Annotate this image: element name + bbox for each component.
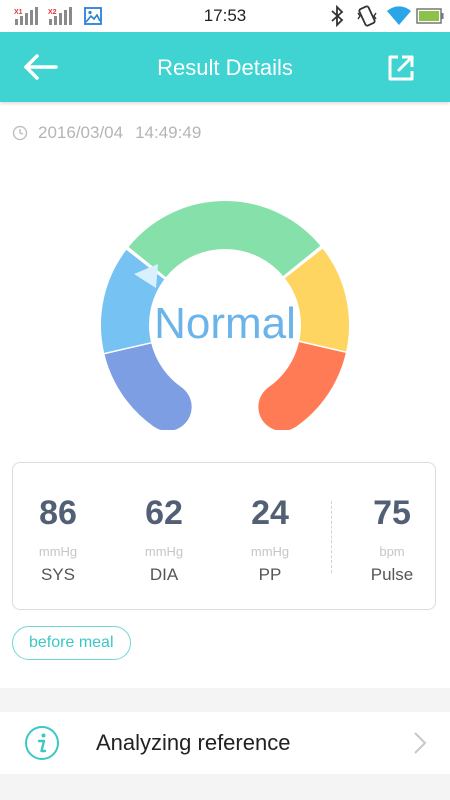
readings-card: 86 mmHg SYS 62 mmHg DIA 24 mmHg PP 75 bp…: [12, 462, 436, 610]
reading-value: 24: [251, 494, 289, 532]
bottom-spacer: [0, 774, 450, 800]
clock-icon: [12, 125, 28, 141]
battery-icon: [416, 8, 444, 24]
reading-pp: 24 mmHg PP: [225, 493, 315, 585]
gauge-status-label: Normal: [154, 299, 296, 348]
chevron-right-icon: [414, 732, 427, 754]
reading-value: 62: [145, 494, 183, 532]
record-time: 14:49:49: [135, 123, 202, 142]
reading-unit: mmHg: [144, 544, 184, 559]
reading-value: 75: [373, 494, 411, 532]
reading-unit: mmHg: [38, 544, 78, 559]
record-date: 2016/03/04: [38, 123, 124, 142]
analyzing-reference-row[interactable]: Analyzing reference: [0, 712, 450, 774]
section-divider: [0, 688, 450, 712]
gauge-cap-low: [143, 382, 192, 430]
wifi-icon: [387, 6, 411, 25]
reading-label: Pulse: [370, 565, 414, 584]
share-external-icon[interactable]: [386, 53, 416, 83]
reading-label: PP: [258, 565, 282, 584]
reading-label: SYS: [40, 565, 76, 584]
analyzing-reference-label: Analyzing reference: [96, 730, 291, 755]
info-icon: [25, 726, 59, 760]
reading-dia: 62 mmHg DIA: [119, 493, 209, 585]
reading-unit: mmHg: [250, 544, 290, 559]
gauge-cap-high: [258, 382, 307, 430]
reading-pulse: 75 bpm Pulse: [347, 493, 437, 585]
vibrate-icon: [357, 5, 377, 27]
app-bar: Result Details: [0, 32, 450, 102]
card-divider: [331, 501, 332, 573]
status-bar: X1 X2 17:53: [0, 0, 450, 32]
reading-unit: bpm: [379, 544, 405, 559]
page-title: Result Details: [157, 55, 293, 80]
reading-label: DIA: [149, 565, 179, 584]
meal-tag[interactable]: before meal: [12, 626, 131, 660]
bluetooth-icon: [331, 5, 344, 27]
status-time: 17:53: [203, 6, 247, 25]
reading-value: 86: [39, 494, 77, 532]
record-timestamp: 2016/03/04 14:49:49: [12, 122, 201, 144]
reading-sys: 86 mmHg SYS: [13, 493, 103, 585]
